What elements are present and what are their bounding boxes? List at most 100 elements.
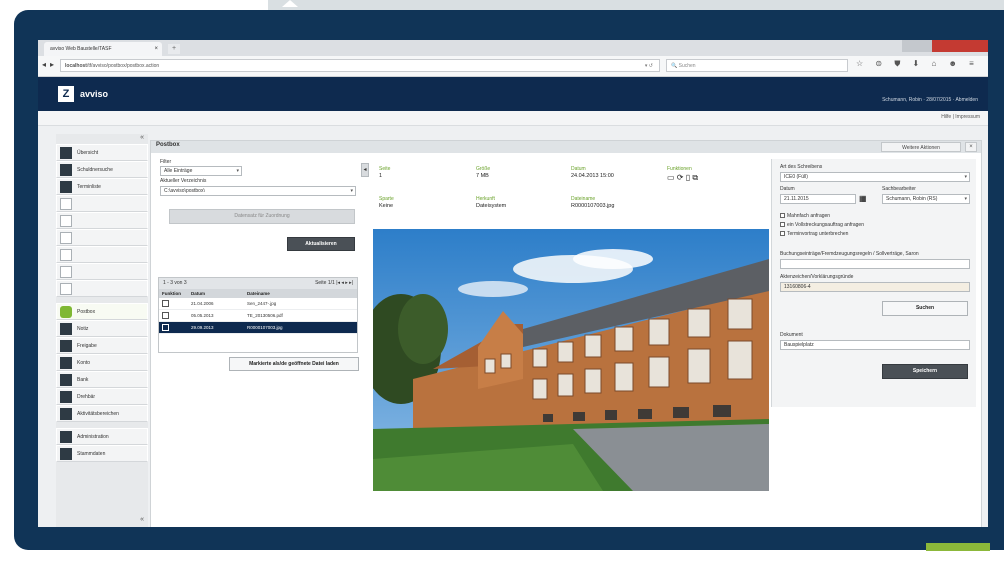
toolbar-icons[interactable]: ☆ ⊜ ⛊ ⬇ ⌂ ☻ ≡: [856, 59, 979, 69]
address-bar: ◂ ▸ localhost/tf/avviso/postbox/postbox.…: [38, 56, 988, 77]
checkbox-icon[interactable]: [780, 213, 785, 219]
grid-count: 1 - 3 von 3: [163, 280, 187, 286]
browser-tab[interactable]: avviso Web Baustelle/TASF ×: [44, 42, 162, 56]
sidebar-item-icon: [60, 147, 72, 159]
save-button[interactable]: Speichern: [882, 364, 968, 379]
sidebar-item-icon: [60, 408, 72, 420]
checkbox-mahnfach[interactable]: Mahnfach anfragen: [780, 213, 830, 219]
row-filename: Sen_2447-.jpg: [247, 301, 277, 306]
row-function[interactable]: [162, 310, 188, 321]
sidebar-item-label: Postbox: [77, 309, 96, 315]
sidebar-item-placeholder-5[interactable]: [56, 229, 148, 246]
sidebar-item-aktivitätsbereichen[interactable]: Aktivitätsbereichen: [56, 405, 148, 422]
close-icon[interactable]: ×: [154, 42, 158, 56]
checkbox-icon[interactable]: [162, 324, 169, 332]
table-row[interactable]: 21.04.2006 Sen_2447-.jpg: [159, 298, 357, 310]
meta-origin-value: Dateisystem: [476, 203, 507, 209]
forward-icon[interactable]: ▸: [50, 60, 54, 69]
column-header-date[interactable]: Datum: [191, 289, 241, 298]
refresh-button[interactable]: Aktualisieren: [287, 237, 355, 251]
sidebar-item-freigabe[interactable]: Freigabe: [56, 337, 148, 354]
sidebar-item-stammdaten[interactable]: Stammdaten: [56, 445, 148, 462]
sidebar-item-placeholder-8[interactable]: [56, 280, 148, 297]
app-header: Z avviso Schumann, Robin · 28/07/2015 · …: [38, 77, 988, 111]
assign-button[interactable]: Datensatz für Zuordnung: [169, 209, 355, 224]
sidebar-item-schuldnersuche[interactable]: Schuldnersuche: [56, 161, 148, 178]
search-button[interactable]: Suchen: [882, 301, 968, 316]
sidebar-item-terminliste[interactable]: Terminliste: [56, 178, 148, 195]
account-input[interactable]: 13160806-4: [780, 282, 970, 292]
page-title: Postbox: [156, 142, 180, 148]
file-grid: 1 - 3 von 3 Seite 1/1 |◂ ◂ ▸ ▸| Funktion…: [158, 277, 358, 353]
sidebar-item-icon: [60, 306, 72, 318]
url-input[interactable]: localhost/tf/avviso/postbox/postbox.acti…: [60, 59, 660, 72]
sidebar-item-placeholder-3[interactable]: [56, 195, 148, 212]
user-line[interactable]: Schumann, Robin · 28/07/2015 · Abmelden: [882, 97, 978, 103]
sidebar-item-label: Konto: [77, 360, 91, 366]
checkbox-icon[interactable]: [162, 312, 169, 320]
window-controls[interactable]: [902, 40, 988, 52]
meta-filename-value: R0000107003.jpg: [571, 203, 615, 209]
row-date: 05.05.2013: [191, 313, 214, 318]
sidebar-item-icon: [60, 198, 72, 210]
document-preview-image[interactable]: [373, 229, 769, 491]
date-input[interactable]: 21.11.2015: [780, 194, 856, 204]
meta-sparte-label: Sparte: [379, 196, 394, 202]
column-header-filename[interactable]: Dateiname: [247, 289, 352, 298]
sidebar-item-bank[interactable]: Bank: [56, 371, 148, 388]
table-row[interactable]: 29.09.2013 R0000107003.jpg: [159, 322, 357, 334]
sidebar-item-postbox[interactable]: Postbox: [56, 303, 148, 320]
calendar-icon[interactable]: ▦: [859, 194, 867, 203]
subject-input[interactable]: Bauspielplatz: [780, 340, 970, 350]
sidebar-item-icon: [60, 181, 72, 193]
sidebar-item-placeholder-7[interactable]: [56, 263, 148, 280]
checkbox-label: Mahnfach anfragen: [787, 213, 831, 219]
document-details-panel: Art des Schreibens ICE0 (Füll) ▾ Datum 21…: [771, 159, 976, 407]
row-filename: TE_20130506.pdf: [247, 313, 283, 318]
search-placeholder: Suchen: [678, 63, 696, 69]
grid-pager[interactable]: Seite 1/1 |◂ ◂ ▸ ▸|: [315, 278, 353, 289]
sidebar-item-übersicht[interactable]: Übersicht: [56, 144, 148, 161]
checkbox-icon[interactable]: [162, 300, 169, 308]
help-links[interactable]: Hilfe | Impressum: [941, 114, 980, 120]
sidebar-item-icon: [60, 283, 72, 295]
sidebar-item-placeholder-4[interactable]: [56, 212, 148, 229]
column-header-function[interactable]: Funktion: [162, 289, 188, 298]
back-icon[interactable]: ◂: [42, 60, 46, 69]
sidebar-item-placeholder-6[interactable]: [56, 246, 148, 263]
checkbox-termin[interactable]: Terminvortrag unterbrechen: [780, 231, 848, 237]
sidebar-item-drehbär[interactable]: Drehbär: [56, 388, 148, 405]
panel-header: Postbox Weitere Aktionen ×: [151, 141, 981, 153]
sidebar-item-konto[interactable]: Konto: [56, 354, 148, 371]
sidebar-item-icon: [60, 249, 72, 261]
clerk-select[interactable]: Schumann, Robin (RS) ▾: [882, 194, 970, 204]
checkbox-icon[interactable]: [780, 231, 785, 237]
collapse-bottom-icon[interactable]: «: [140, 516, 144, 523]
sidebar-item-administration[interactable]: Administration: [56, 428, 148, 445]
logo-icon: Z: [58, 86, 74, 102]
checkbox-icon[interactable]: [780, 222, 785, 228]
collapse-icon[interactable]: «: [140, 134, 144, 141]
row-function[interactable]: [162, 298, 188, 309]
load-file-button[interactable]: Markierte als/de geöffnete Datei laden: [229, 357, 359, 371]
table-row[interactable]: 05.05.2013 TE_20130506.pdf: [159, 310, 357, 322]
collapse-preview-button[interactable]: ◂: [361, 163, 369, 177]
row-function[interactable]: [162, 322, 188, 333]
function-icons[interactable]: ▭ ⟳ ▯ ⧉: [667, 173, 698, 183]
reference-input[interactable]: [780, 259, 970, 269]
minimize-maximize-controls[interactable]: [902, 40, 932, 52]
type-select[interactable]: ICE0 (Füll) ▾: [780, 172, 970, 182]
meta-sparte: Sparte Keine: [379, 196, 394, 209]
meta-page-label: Seite: [379, 166, 391, 172]
checkbox-vollstreckung[interactable]: ein Vollstreckungsauftrag anfragen: [780, 222, 864, 228]
reload-icon[interactable]: ▾ ↺: [645, 60, 653, 73]
new-tab-button[interactable]: +: [168, 44, 180, 54]
more-actions-button[interactable]: Weitere Aktionen: [881, 142, 961, 152]
close-panel-button[interactable]: ×: [965, 142, 977, 152]
chevron-down-icon: ▾: [236, 168, 239, 174]
sidebar-item-notiz[interactable]: Notiz: [56, 320, 148, 337]
filter-select[interactable]: Alle Einträge ▾: [160, 166, 242, 176]
mailbox-select[interactable]: C:\avviso\postbox\ ▾: [160, 186, 356, 196]
search-input[interactable]: 🔍 Suchen: [666, 59, 848, 72]
sidebar: « Übersicht Schuldnersuche Terminliste Post…: [56, 134, 148, 527]
